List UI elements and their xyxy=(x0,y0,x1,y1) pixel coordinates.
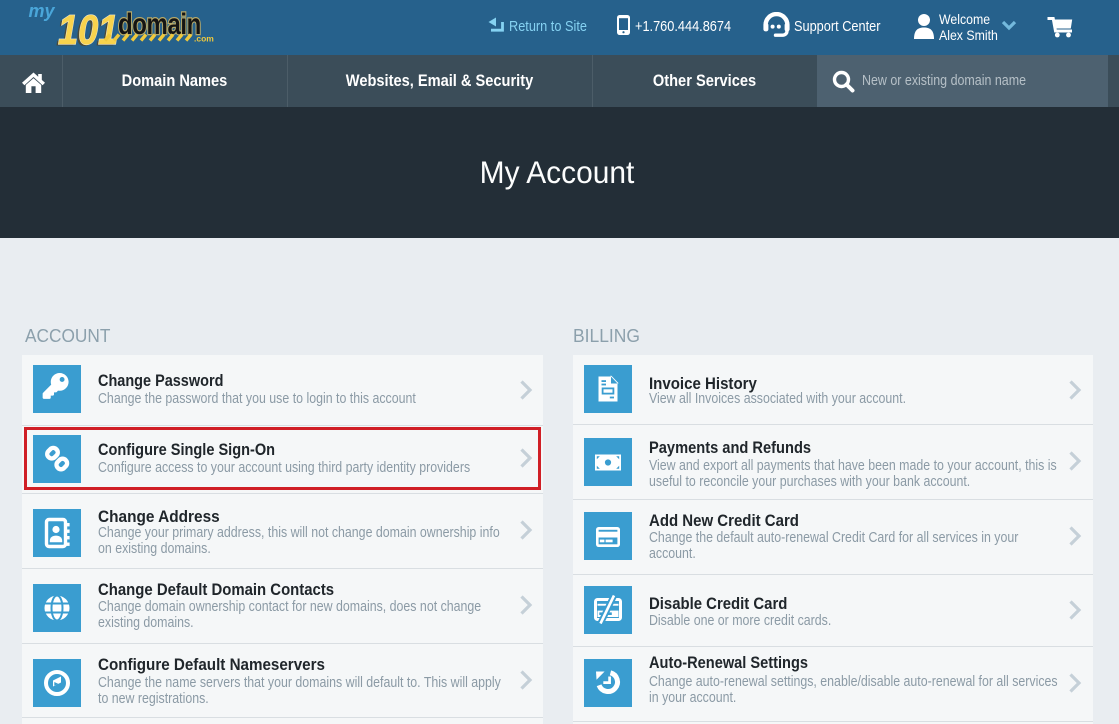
svg-text:101: 101 xyxy=(58,8,118,50)
svg-text:my: my xyxy=(29,1,56,21)
svg-text:.com: .com xyxy=(194,34,214,44)
